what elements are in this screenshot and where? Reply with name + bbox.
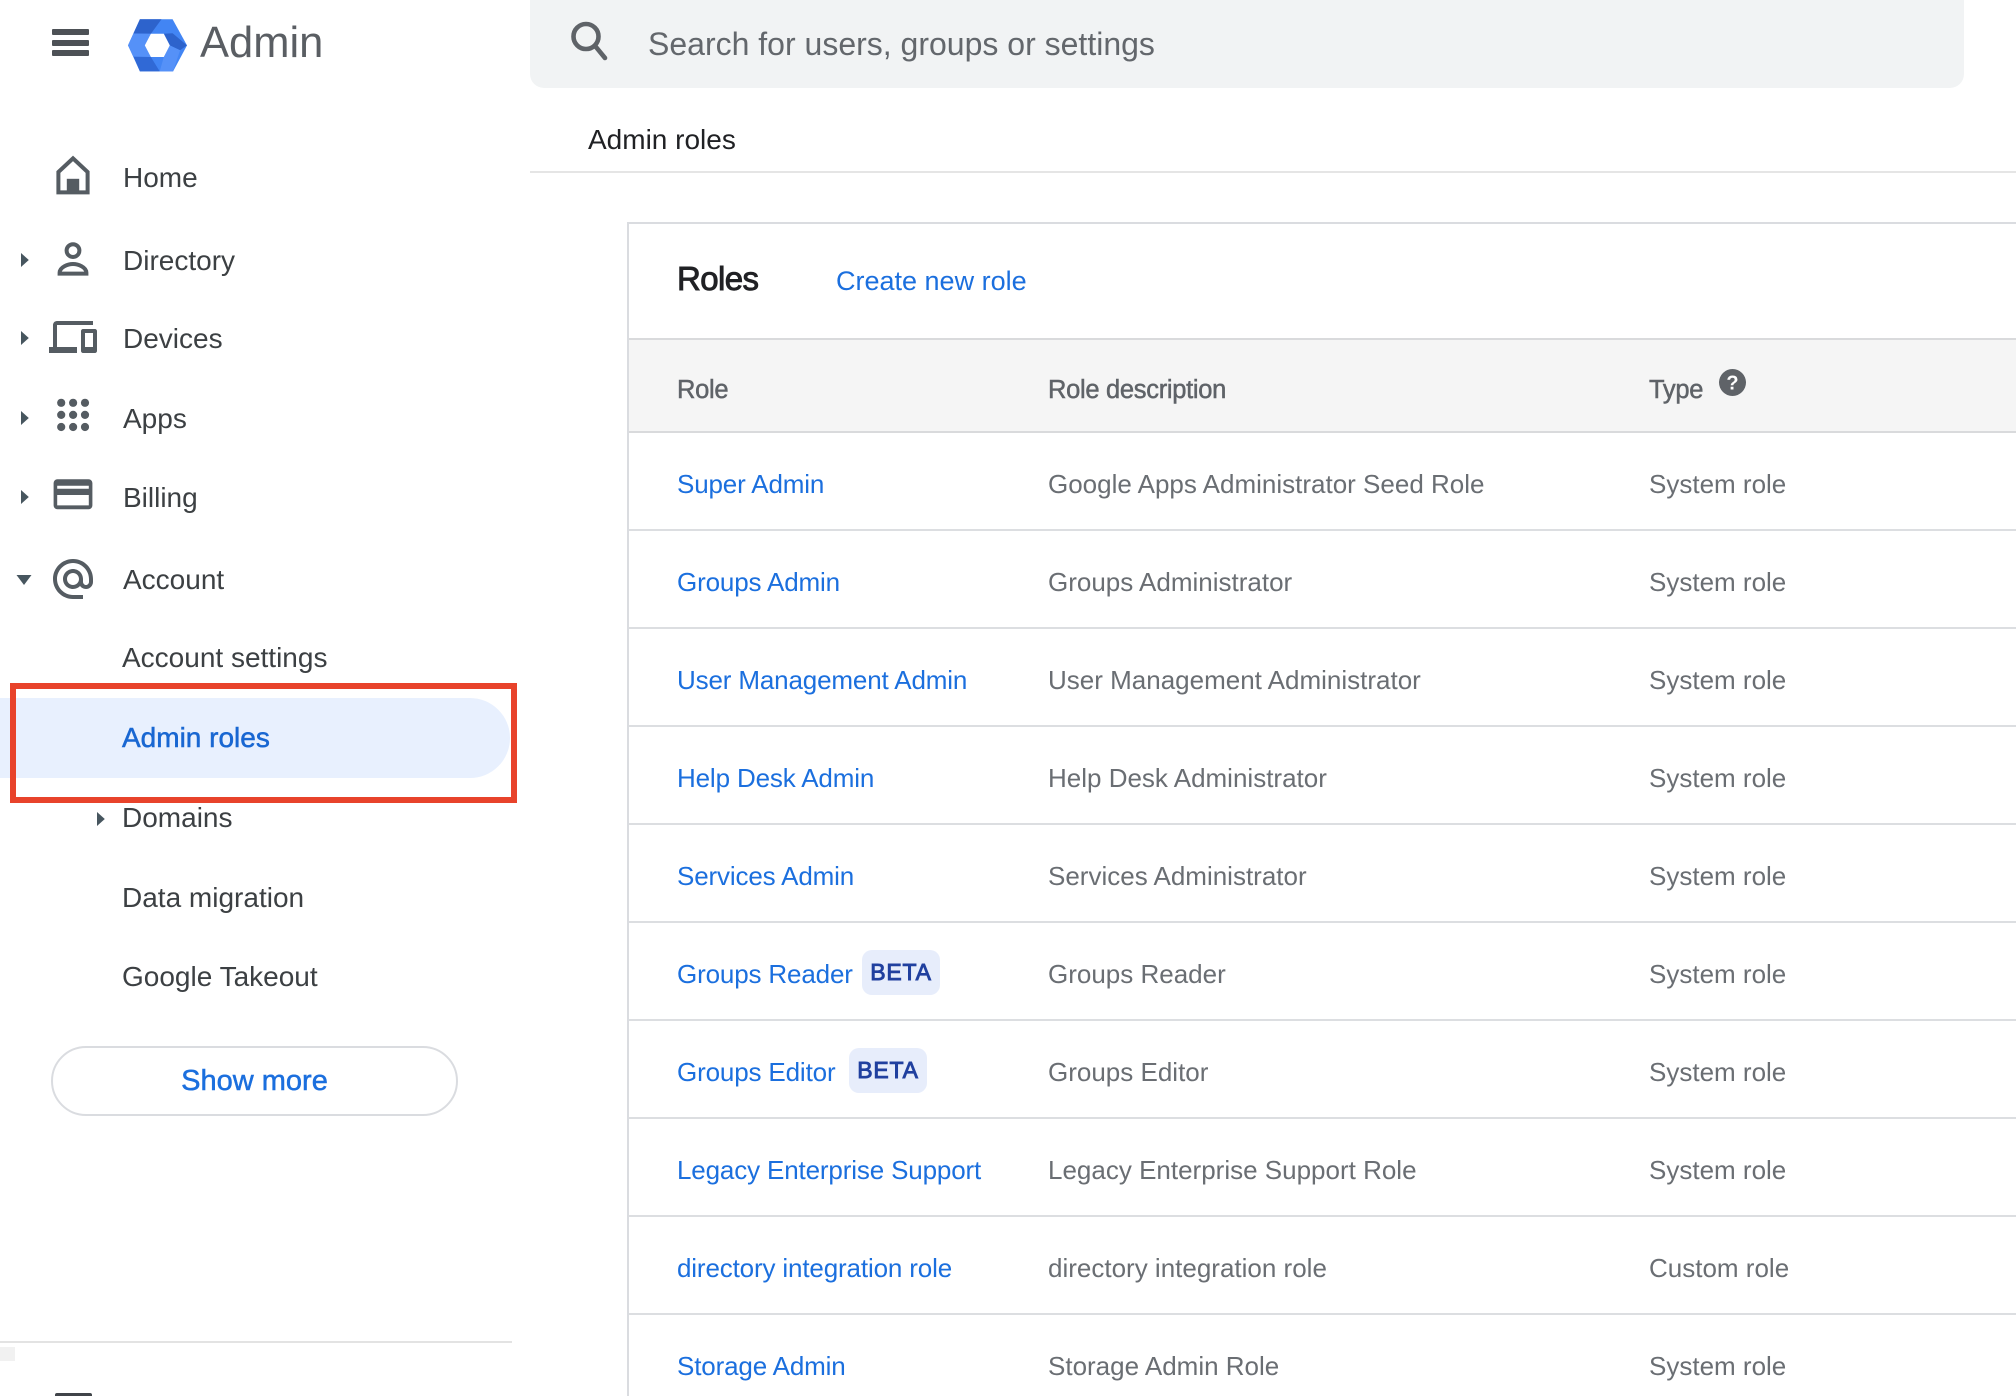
svg-text:?: ? — [1726, 373, 1738, 395]
